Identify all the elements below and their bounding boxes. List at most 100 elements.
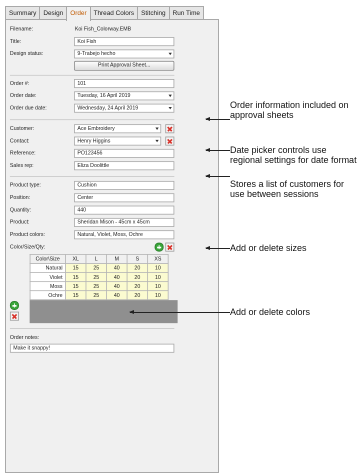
contact-select[interactable]: Henry Higgins	[74, 136, 162, 146]
delete-contact-button[interactable]	[165, 136, 175, 146]
quantity-cell[interactable]: 20	[126, 281, 149, 292]
quantity-input[interactable]: 440	[74, 205, 175, 215]
callout-order-info: Order information included on approval s…	[230, 100, 349, 120]
callout-line-date-picker	[205, 148, 230, 152]
order-number-input[interactable]: 101	[74, 79, 175, 89]
grid-body: Natural 15 25 40 20 10 Violet 15 25 40 20 10 Moss 15 2…	[29, 263, 169, 301]
order-notes-input[interactable]: Make it snappy!	[9, 343, 175, 353]
size-column-header[interactable]: L	[85, 254, 107, 264]
callout-colors: Add or delete colors	[230, 307, 311, 317]
customer-label: Customer:	[9, 125, 35, 132]
quantity-cell[interactable]: 20	[126, 290, 149, 301]
tab-order[interactable]: Order	[66, 6, 91, 21]
divider	[9, 74, 175, 76]
color-row-label[interactable]: Natural	[29, 263, 66, 273]
order-number-label: Order #:	[9, 80, 30, 87]
position-input[interactable]: Center	[74, 193, 175, 203]
chevron-down-icon	[168, 94, 172, 98]
contact-value: Henry Higgins	[77, 138, 111, 144]
title-input[interactable]: Koi Fish	[74, 37, 175, 47]
table-row: Ochre 15 25 40 20 10	[29, 290, 169, 301]
divider	[9, 176, 175, 177]
quantity-cell[interactable]: 40	[106, 263, 128, 273]
product-label: Product:	[9, 219, 30, 226]
design-status-label: Design status:	[9, 51, 44, 57]
quantity-cell[interactable]: 25	[85, 281, 107, 292]
table-row: Violet 15 25 40 20 10	[29, 272, 169, 283]
color-row-label[interactable]: Violet	[29, 272, 66, 283]
customer-select[interactable]: Ace Embroidery	[74, 124, 162, 134]
sales-rep-label: Sales rep:	[9, 162, 34, 169]
order-date-label: Order date:	[9, 92, 37, 99]
panel-body: Filename: Koi Fish_Colorway.EMB Title: K…	[5, 19, 217, 464]
delete-color-button[interactable]	[9, 311, 19, 321]
product-type-input[interactable]: Cushion	[74, 180, 175, 190]
product-type-label: Product type:	[9, 182, 41, 189]
table-row: Moss 15 25 40 20 10	[29, 281, 169, 292]
design-status-select[interactable]: 9-Trabejo hecho	[74, 49, 175, 59]
product-colors-label: Product colors:	[9, 231, 45, 238]
order-due-date-value: Wednesday, 24 April 2019	[77, 105, 139, 112]
quantity-cell[interactable]: 20	[126, 263, 149, 273]
quantity-cell[interactable]: 10	[147, 263, 169, 273]
delete-size-button[interactable]	[165, 242, 175, 252]
quantity-label: Quantity:	[9, 207, 31, 213]
divider	[9, 119, 175, 121]
quantity-cell[interactable]: 25	[85, 272, 107, 283]
chevron-down-icon	[168, 52, 172, 56]
quantity-cell[interactable]: 40	[106, 281, 128, 292]
order-notes-label: Order notes:	[9, 334, 40, 341]
callout-line-sizes	[205, 246, 230, 250]
callout-customers: Stores a list of customers for use betwe…	[230, 179, 345, 199]
quantity-cell[interactable]: 15	[65, 281, 87, 292]
divider	[9, 328, 175, 329]
sales-rep-input[interactable]: Eliza Doolittle	[74, 161, 175, 171]
filename-value: Koi Fish_Colorway.EMB	[74, 26, 132, 33]
color-row-label[interactable]: Ochre	[29, 290, 66, 301]
table-row: Natural 15 25 40 20 10	[29, 263, 169, 273]
title-label: Title:	[9, 38, 22, 45]
quantity-cell[interactable]: 25	[85, 290, 107, 301]
quantity-cell[interactable]: 10	[147, 290, 169, 301]
color-size-qty-label: Color/Size/Qty:	[9, 244, 46, 250]
size-column-header[interactable]: S	[126, 254, 149, 264]
quantity-cell[interactable]: 10	[147, 281, 169, 292]
callout-sizes: Add or delete sizes	[230, 243, 307, 253]
position-label: Position:	[9, 194, 31, 201]
customer-value: Ace Embroidery	[77, 125, 115, 132]
size-column-header[interactable]: XL	[65, 254, 87, 264]
size-column-header[interactable]: XS	[147, 254, 169, 264]
callout-date-picker: Date picker controls use regional settin…	[230, 145, 357, 165]
delete-customer-button[interactable]	[165, 124, 175, 134]
print-approval-sheet-button[interactable]: Print Approval Sheet...	[74, 60, 175, 71]
contact-label: Contact:	[9, 138, 30, 144]
reference-label: Reference:	[9, 150, 36, 157]
product-colors-input[interactable]: Natural, Violet, Moss, Ochre	[74, 230, 175, 240]
quantity-cell[interactable]: 40	[106, 272, 128, 283]
quantity-cell[interactable]: 40	[106, 290, 128, 301]
order-date-picker[interactable]: Tuesday, 16 April 2019	[74, 91, 175, 101]
quantity-cell[interactable]: 25	[85, 263, 107, 273]
size-column-header[interactable]: M	[106, 254, 128, 264]
product-input[interactable]: Sheridan Mison - 45cm x 45cm	[74, 217, 175, 227]
filename-label: Filename:	[9, 26, 33, 33]
reference-input[interactable]: PO123456	[74, 148, 175, 158]
color-row-label[interactable]: Moss	[29, 281, 66, 292]
order-due-date-label: Order due date:	[9, 105, 47, 112]
quantity-cell[interactable]: 10	[147, 272, 169, 283]
add-color-button[interactable]	[9, 300, 19, 310]
grid-corner-header[interactable]: Color\Size	[29, 254, 66, 264]
add-size-button[interactable]	[154, 242, 164, 252]
callout-line-colors	[129, 310, 230, 314]
quantity-cell[interactable]: 15	[65, 272, 87, 283]
quantity-cell[interactable]: 15	[65, 290, 87, 301]
chevron-down-icon	[155, 139, 159, 143]
quantity-cell[interactable]: 20	[126, 272, 149, 283]
chevron-down-icon	[168, 106, 172, 110]
callout-line-order-info	[205, 117, 230, 121]
callout-line-customers	[205, 174, 230, 178]
quantity-cell[interactable]: 15	[65, 263, 87, 273]
order-due-date-picker[interactable]: Wednesday, 24 April 2019	[74, 103, 175, 113]
chevron-down-icon	[155, 127, 159, 130]
color-size-grid: Color\Size XL L M S XS Natural 15 25 40 20 10 Viole…	[29, 254, 169, 301]
